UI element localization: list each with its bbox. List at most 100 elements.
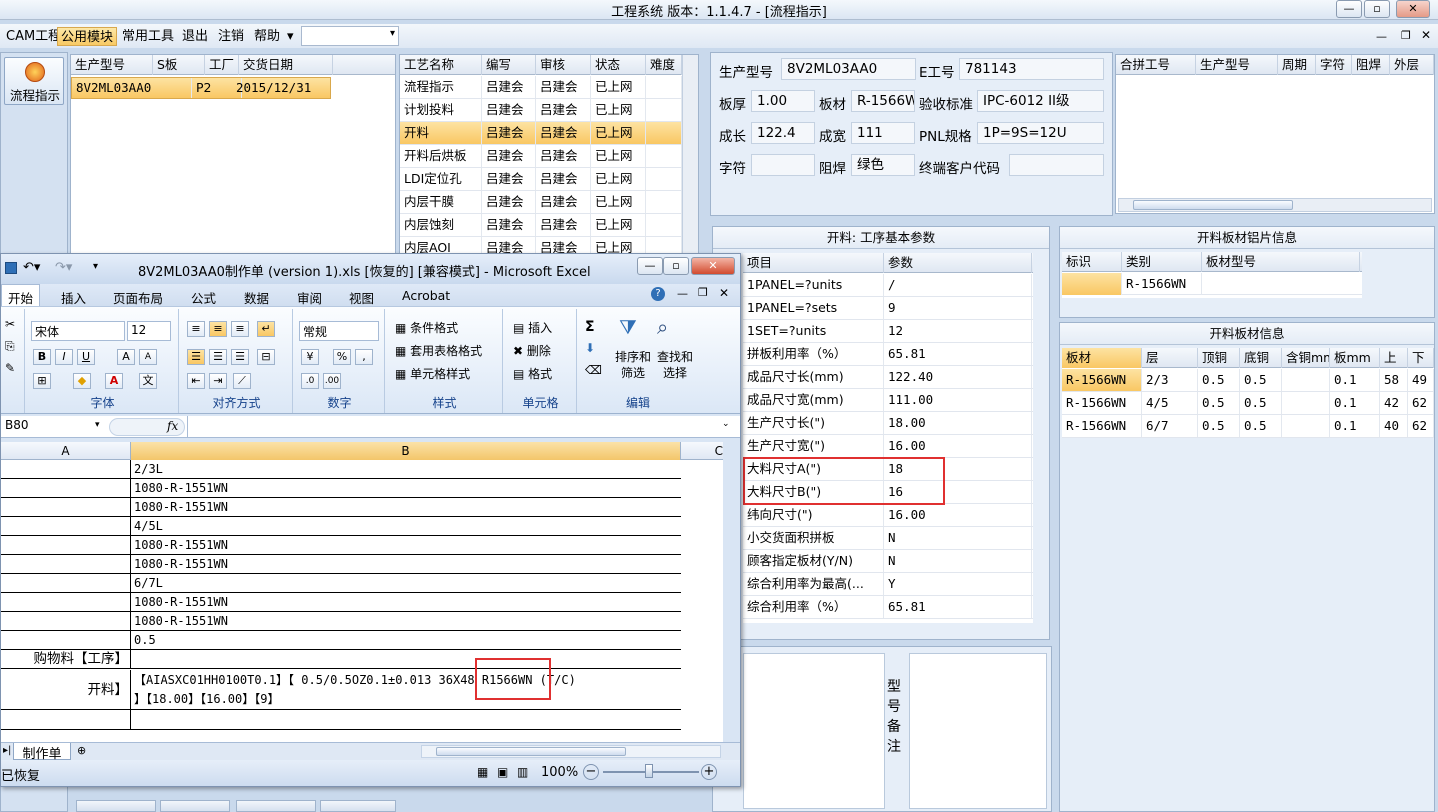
header-model[interactable]: 生产型号 (71, 55, 153, 75)
sort-filter-button[interactable]: 排序和筛选 (613, 349, 653, 381)
menu-tools[interactable]: 常用工具 (119, 27, 177, 46)
table-row[interactable]: 综合利用率（%） 65.81 (743, 596, 1033, 619)
table-row[interactable]: 开料】 【AIASXC01HH0100T0.1】【 0.5/0.5OZ0.1±0… (1, 670, 681, 710)
align-middle-icon[interactable]: ≡ (209, 321, 227, 337)
decrease-indent-icon[interactable]: ⇤ (187, 373, 205, 389)
font-size-select[interactable]: 12 (127, 321, 171, 341)
excel-minimize-button[interactable]: — (637, 257, 663, 275)
header-s-board[interactable]: S板 (153, 55, 205, 75)
header-difficulty[interactable]: 难度 (646, 55, 682, 75)
format-cells-button[interactable]: ▤ 格式 (513, 365, 552, 382)
material-header[interactable]: 底铜 (1240, 348, 1282, 368)
tab-acrobat[interactable]: Acrobat (402, 288, 450, 303)
maximize-button[interactable]: ▫ (1364, 0, 1390, 18)
material-field[interactable]: R-1566W (851, 90, 915, 112)
table-row[interactable]: R-1566WN 2/3 0.5 0.5 0.1 58 49 (1062, 369, 1434, 392)
name-box-dropdown-icon[interactable]: ▾ (95, 420, 100, 430)
bottom-button-1[interactable] (76, 800, 156, 812)
header-writer[interactable]: 编写 (482, 55, 536, 75)
border-icon[interactable]: ⊞ (33, 373, 51, 389)
standard-field[interactable]: IPC-6012 II级 (977, 90, 1104, 112)
align-center-icon[interactable]: ☰ (209, 349, 227, 365)
table-row[interactable]: 0.5 (1, 631, 681, 650)
header-board-model[interactable]: 板材型号 (1202, 252, 1360, 272)
cell-a[interactable] (1, 479, 131, 497)
cell-b[interactable]: 1080-R-1551WN (132, 612, 680, 630)
cell-b[interactable] (132, 650, 680, 668)
font-color-icon[interactable]: A (105, 373, 123, 389)
excel-close-button[interactable]: ✕ (691, 257, 735, 275)
remark-left-box[interactable] (743, 653, 885, 809)
tab-formulas[interactable]: 公式 (191, 288, 216, 307)
underline-icon[interactable]: U (77, 349, 95, 365)
table-row[interactable]: 1SET=?units 12 (743, 320, 1033, 343)
percent-icon[interactable]: % (333, 349, 351, 365)
table-row[interactable]: 1080-R-1551WN (1, 498, 681, 517)
bold-icon[interactable]: B (33, 349, 51, 365)
bottom-button-2[interactable] (160, 800, 230, 812)
cell-styles-button[interactable]: ▦ 单元格样式 (395, 365, 470, 382)
table-row[interactable]: R-1566WN 6/7 0.5 0.5 0.1 40 62 (1062, 415, 1434, 438)
header-process[interactable]: 工艺名称 (400, 55, 482, 75)
bottom-button-4[interactable] (320, 800, 396, 812)
ribbon-min-icon[interactable]: — (677, 287, 688, 300)
minimize-button[interactable]: — (1336, 0, 1362, 18)
format-painter-icon[interactable]: ✎ (5, 361, 15, 375)
tab-home[interactable]: 开始 (1, 284, 41, 306)
header-tag[interactable]: 标识 (1062, 252, 1122, 272)
fill-color-icon[interactable]: ◆ (73, 373, 91, 389)
page-layout-view-icon[interactable]: ▣ (497, 765, 508, 779)
table-row[interactable]: 小交货面积拼板 N (743, 527, 1033, 550)
table-row[interactable]: 综合利用率为最高(... Y (743, 573, 1033, 596)
orientation-icon[interactable]: ⟋ (233, 373, 251, 389)
wrap-text-icon[interactable]: ↵ (257, 321, 275, 337)
merge-hscrollbar[interactable] (1118, 198, 1432, 212)
cut-icon[interactable]: ✂ (5, 317, 15, 331)
header-merge-no[interactable]: 合拼工号 (1116, 55, 1196, 75)
sheet-cells[interactable]: 2/3L 1080-R-1551WN 1080-R-1551WN 4/5L 1080-R… (1, 460, 723, 742)
sheet-nav-icon[interactable]: ▸| (3, 745, 11, 756)
save-icon[interactable] (5, 262, 17, 274)
header-delivery[interactable]: 交货日期 (239, 55, 333, 75)
merge-center-icon[interactable]: ⊟ (257, 349, 275, 365)
table-row[interactable]: 成品尺寸宽(mm) 111.00 (743, 389, 1033, 412)
table-row[interactable]: 1PANEL=?units / (743, 274, 1033, 297)
flow-indicator-button[interactable]: 流程指示 (4, 57, 64, 105)
phonetic-icon[interactable]: 文 (139, 373, 157, 389)
undo-icon[interactable]: ↶▾ (23, 260, 40, 275)
table-row[interactable]: 纬向尺寸(") 16.00 (743, 504, 1033, 527)
cell-b[interactable]: 1080-R-1551WN (132, 536, 680, 554)
decrease-decimal-icon[interactable]: .00 (323, 373, 341, 389)
e-field[interactable]: 781143 (959, 58, 1104, 80)
model-field[interactable]: 8V2ML03AA0 (781, 58, 916, 80)
align-bottom-icon[interactable]: ≡ (231, 321, 249, 337)
sheet-tab[interactable]: 制作单 (13, 743, 71, 762)
table-row[interactable]: 6/7L (1, 574, 681, 593)
cell-a[interactable]: 开料】 (1, 670, 131, 709)
header-char[interactable]: 字符 (1316, 55, 1352, 75)
mdi-close-icon[interactable]: ✕ (1421, 28, 1431, 42)
header-outer[interactable]: 外层 (1390, 55, 1434, 75)
mdi-restore-icon[interactable]: ❐ (1401, 29, 1411, 42)
table-row[interactable]: 内层干膜 吕建会 吕建会 已上网 (400, 191, 698, 214)
header-mask[interactable]: 阻焊 (1352, 55, 1390, 75)
customer-field[interactable] (1009, 154, 1104, 176)
cell-b[interactable]: 1080-R-1551WN (132, 498, 680, 516)
material-header[interactable]: 板mm (1330, 348, 1380, 368)
autosum-icon[interactable]: Σ (585, 319, 595, 335)
cell-a[interactable] (1, 710, 131, 729)
menu-common-module[interactable]: 公用模块 (57, 27, 118, 46)
cell-b[interactable] (132, 710, 680, 729)
material-header[interactable]: 下 (1408, 348, 1434, 368)
cell-b[interactable]: 0.5 (132, 631, 680, 649)
cell-a[interactable] (1, 536, 131, 554)
cell-a[interactable]: 购物料【工序】 (1, 650, 131, 668)
table-row[interactable]: 生产尺寸宽(") 16.00 (743, 435, 1033, 458)
excel-hscrollbar[interactable] (421, 745, 721, 758)
menu-help[interactable]: 帮助 (251, 27, 283, 46)
table-row[interactable]: 1080-R-1551WN (1, 479, 681, 498)
table-row[interactable]: 1080-R-1551WN (1, 555, 681, 574)
table-row[interactable]: 计划投料 吕建会 吕建会 已上网 (400, 99, 698, 122)
header-period[interactable]: 周期 (1278, 55, 1316, 75)
align-top-icon[interactable]: ≡ (187, 321, 205, 337)
